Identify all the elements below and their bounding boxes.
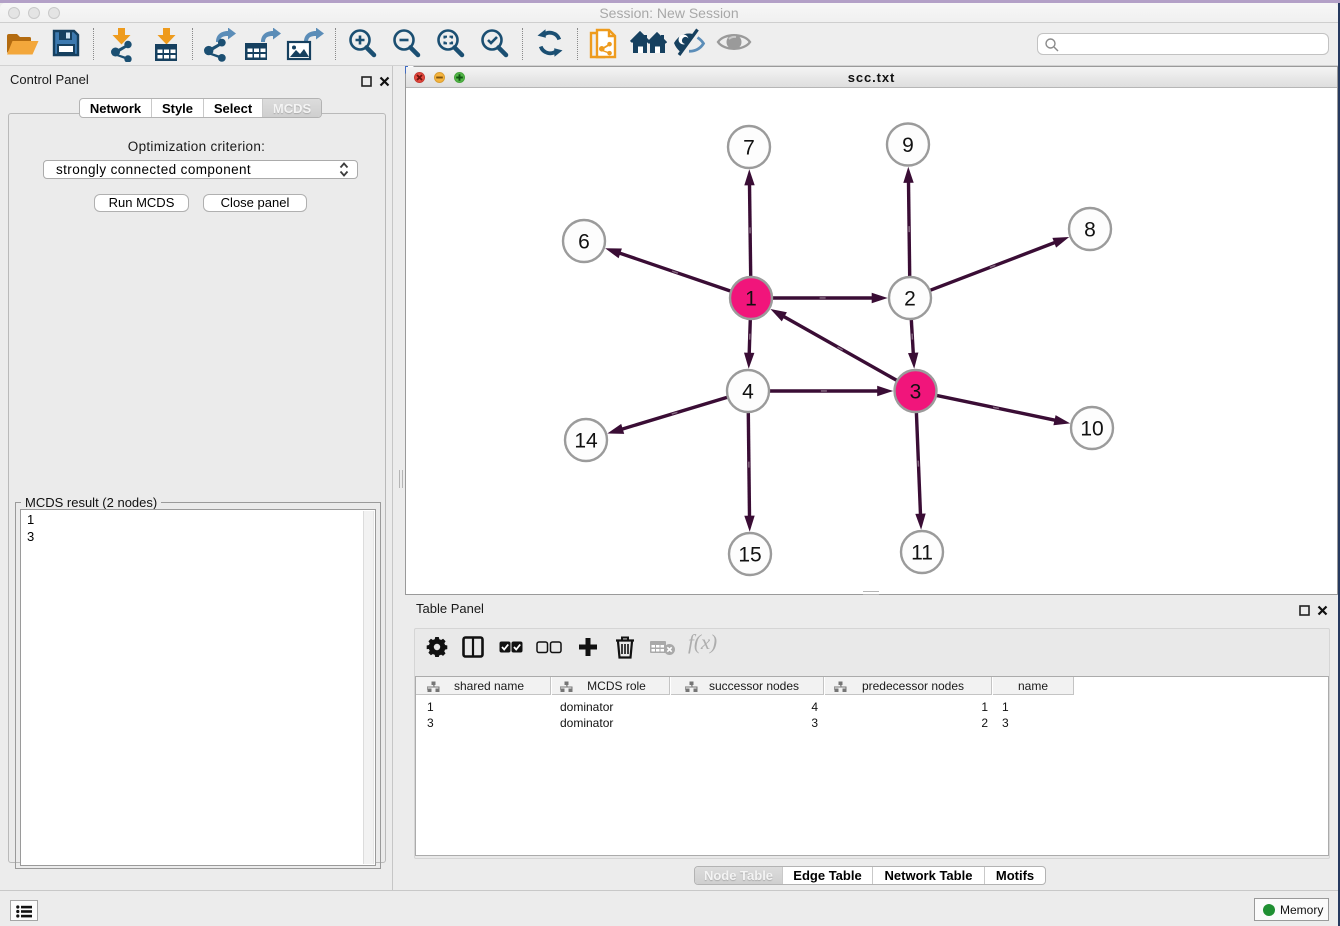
svg-text:7: 7 [743,136,755,159]
svg-text:8: 8 [1084,218,1096,241]
svg-text:15: 15 [738,543,761,566]
svg-text:4: 4 [742,380,754,403]
svg-text:14: 14 [574,429,598,452]
svg-text:9: 9 [902,134,914,157]
svg-text:2: 2 [904,287,916,310]
svg-text:1: 1 [745,287,757,310]
svg-text:11: 11 [911,541,933,564]
svg-text:10: 10 [1080,417,1103,440]
svg-text:3: 3 [910,380,922,403]
svg-text:6: 6 [578,230,590,253]
